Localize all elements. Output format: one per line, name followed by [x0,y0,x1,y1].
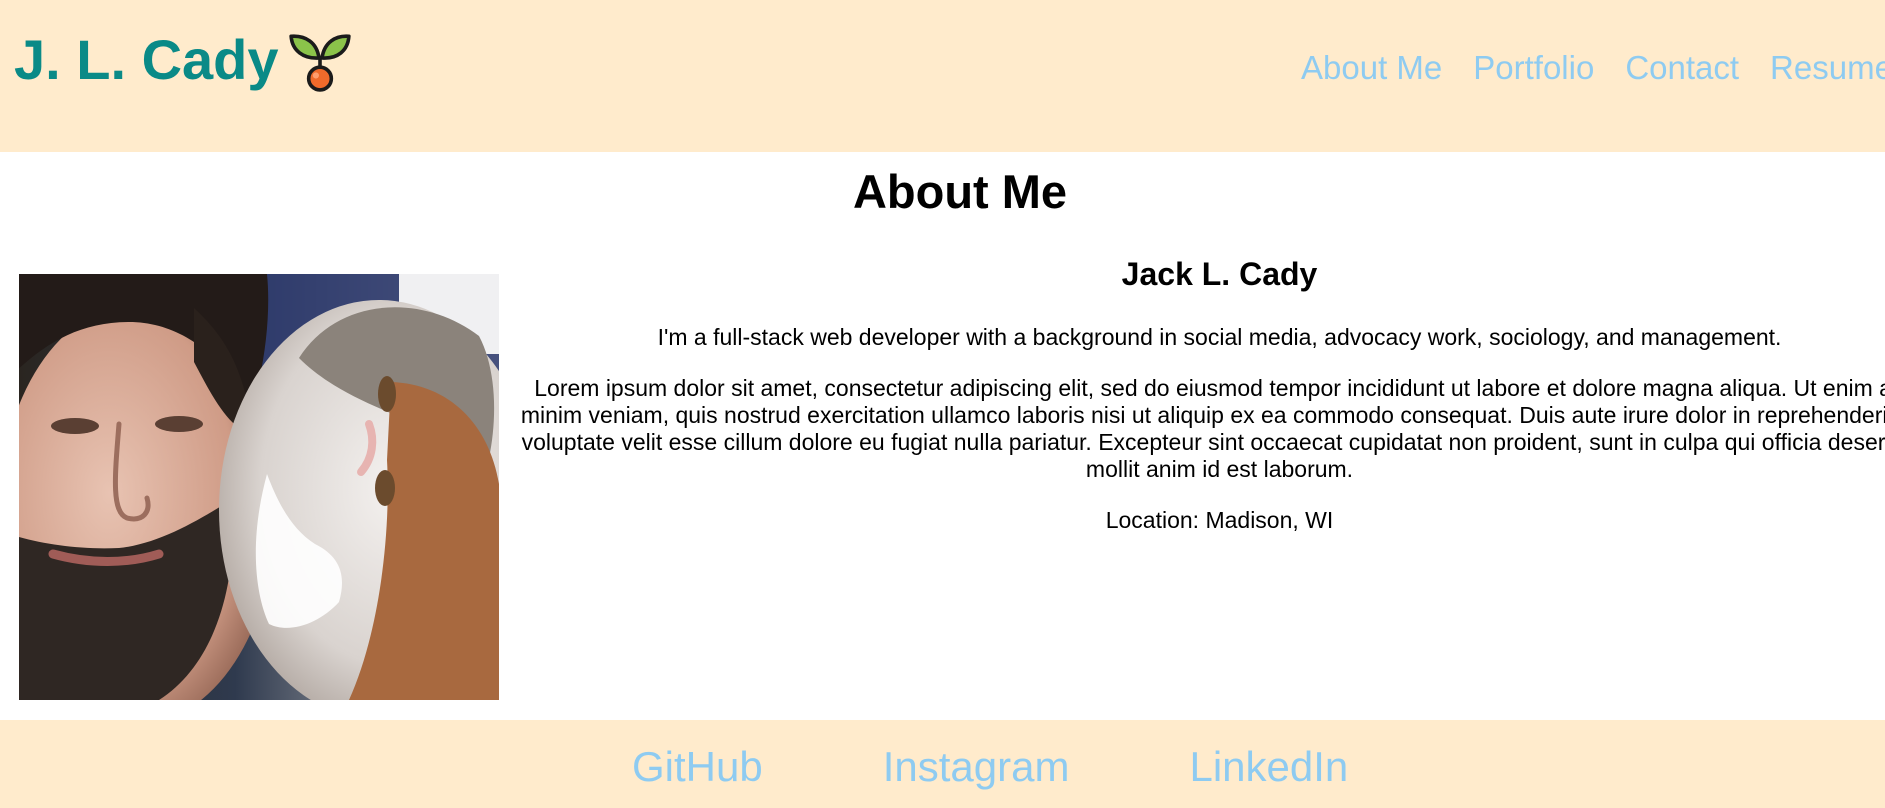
linkedin-link[interactable]: LinkedIn [1189,742,1348,792]
nav-resume[interactable]: Resume [1770,46,1885,90]
site-footer: GitHub Instagram LinkedIn [0,720,1885,808]
profile-photo [19,274,499,700]
bio-intro: I'm a full-stack web developer with a ba… [657,324,1782,350]
nav-contact[interactable]: Contact [1625,46,1739,90]
profile-photo-image [19,274,499,700]
page-title: About Me [852,165,1068,218]
nav-about-me[interactable]: About Me [1301,46,1442,90]
bio-name: Jack L. Cady [1121,256,1318,292]
site-header: J. L. Cady About Me Portfolio Contact Re… [0,0,1885,152]
instagram-link[interactable]: Instagram [883,742,1070,792]
bio-description: Lorem ipsum dolor sit amet, consectetur … [520,375,1885,482]
github-link[interactable]: GitHub [632,742,763,792]
nav-portfolio[interactable]: Portfolio [1473,46,1594,90]
main-nav: About Me Portfolio Contact Resume [1301,46,1885,90]
sprout-icon [287,27,353,93]
brand-name[interactable]: J. L. Cady [14,26,279,94]
social-links: GitHub Instagram LinkedIn [632,742,1348,792]
brand[interactable]: J. L. Cady [14,26,353,94]
bio-section: Jack L. Cady I'm a full-stack web develo… [518,248,1885,534]
bio-location: Location: Madison, WI [1105,507,1334,533]
